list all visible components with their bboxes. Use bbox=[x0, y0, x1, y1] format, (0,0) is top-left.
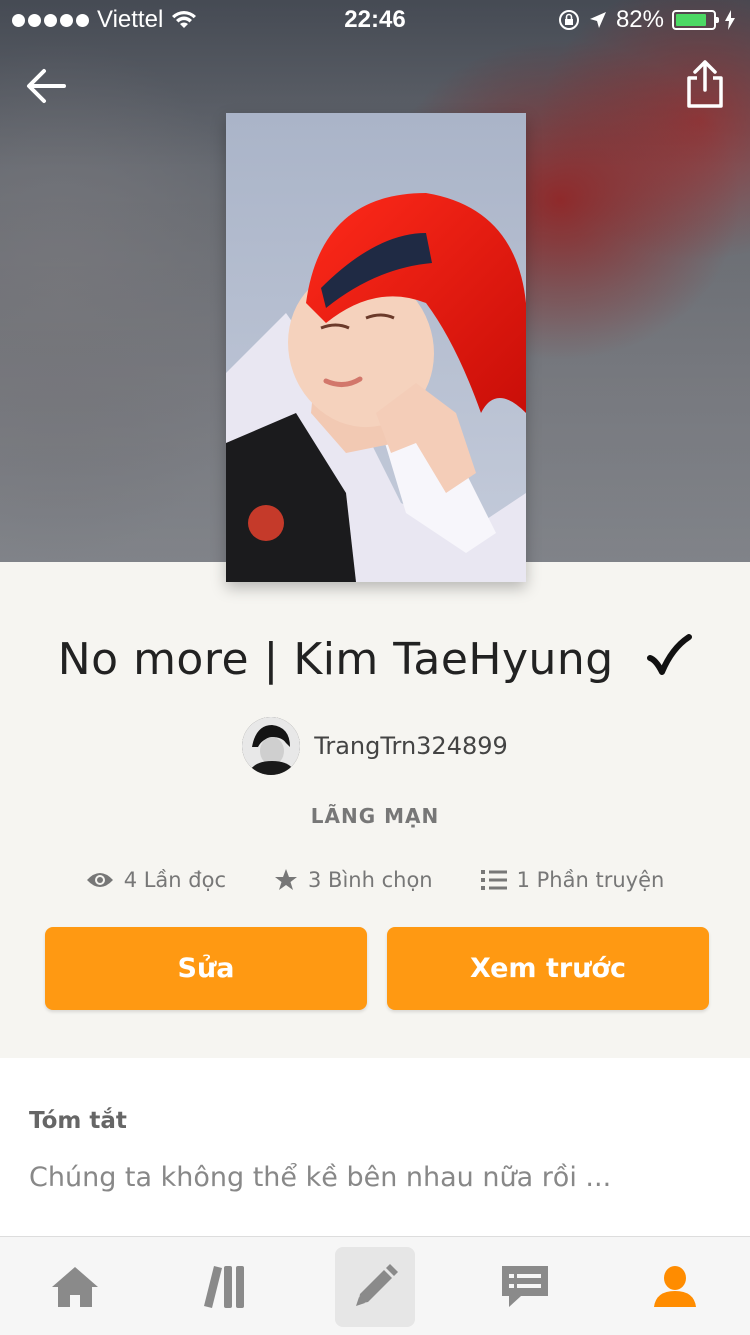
checkmark-icon bbox=[647, 634, 693, 675]
summary-heading: Tóm tắt bbox=[29, 1108, 127, 1134]
nav-write[interactable] bbox=[335, 1247, 415, 1327]
stat-parts: 1 Phần truyện bbox=[480, 868, 665, 892]
story-title: No more | Kim TaeHyung bbox=[57, 634, 614, 685]
avatar-image bbox=[242, 717, 301, 775]
nav-messages[interactable] bbox=[485, 1247, 565, 1327]
back-button[interactable] bbox=[22, 62, 70, 110]
profile-icon bbox=[654, 1266, 696, 1307]
nav-profile[interactable] bbox=[635, 1247, 715, 1327]
location-arrow-icon bbox=[589, 12, 606, 28]
arrow-left-icon bbox=[27, 69, 66, 103]
charging-bolt-icon bbox=[725, 10, 735, 30]
library-icon bbox=[204, 1266, 244, 1308]
preview-button[interactable]: Xem trước bbox=[387, 927, 709, 1010]
bottom-navigation bbox=[0, 1236, 750, 1335]
pencil-icon bbox=[356, 1264, 398, 1306]
story-cover-image[interactable] bbox=[226, 113, 526, 582]
genre-label[interactable]: LÃNG MẠN bbox=[0, 804, 750, 828]
battery-percent: 82% bbox=[615, 6, 664, 33]
nav-home[interactable] bbox=[35, 1247, 115, 1327]
home-icon bbox=[52, 1267, 98, 1307]
edit-button[interactable]: Sửa bbox=[45, 927, 367, 1010]
votes-count: 3 Bình chọn bbox=[308, 868, 433, 892]
list-icon bbox=[480, 870, 507, 890]
battery-icon bbox=[672, 10, 719, 30]
share-button[interactable] bbox=[684, 58, 726, 112]
story-stats: 4 Lần đọc 3 Bình chọn 1 Phần truyện bbox=[0, 862, 750, 898]
reads-count: 4 Lần đọc bbox=[123, 868, 227, 892]
summary-section: Tóm tắt Chúng ta không thể kề bên nhau n… bbox=[0, 1058, 750, 1236]
avatar[interactable] bbox=[242, 717, 301, 775]
stat-reads: 4 Lần đọc bbox=[86, 868, 226, 892]
parts-count: 1 Phần truyện bbox=[516, 868, 665, 892]
author-name[interactable]: TrangTrn324899 bbox=[314, 732, 508, 760]
cover-art bbox=[226, 113, 526, 582]
summary-text[interactable]: Chúng ta không thể kề bên nhau nữa rồi .… bbox=[29, 1162, 611, 1193]
eye-icon bbox=[86, 873, 113, 887]
status-bar: Viettel 22:46 82% bbox=[0, 0, 750, 40]
share-icon bbox=[687, 60, 723, 108]
author-row[interactable]: TrangTrn324899 bbox=[0, 716, 750, 776]
nav-library[interactable] bbox=[185, 1247, 265, 1327]
chat-icon bbox=[502, 1266, 548, 1307]
story-title-row: No more | Kim TaeHyung bbox=[0, 634, 750, 685]
rotation-lock-icon bbox=[558, 10, 579, 30]
star-icon bbox=[275, 869, 298, 890]
stat-votes: 3 Bình chọn bbox=[274, 868, 433, 892]
